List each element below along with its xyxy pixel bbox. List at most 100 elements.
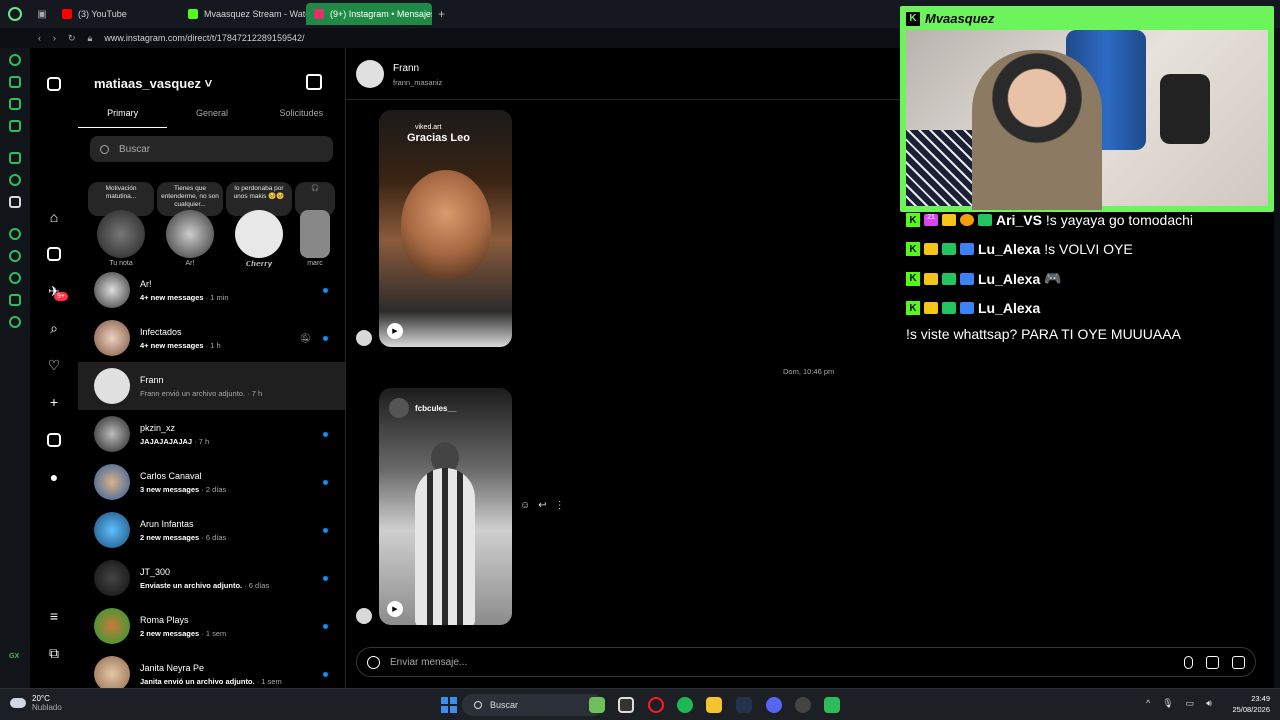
file-explorer-icon[interactable]	[706, 697, 722, 713]
reel-caption: Gracias Leo	[407, 132, 470, 144]
profile-avatar[interactable]: ●	[46, 469, 62, 485]
taskbar-search-label: Buscar	[490, 700, 519, 710]
heart-icon[interactable]	[9, 250, 21, 262]
search-icon[interactable]: ⌕	[46, 320, 62, 336]
kick-icon: K	[906, 242, 920, 256]
url-field[interactable]: www.instagram.com/direct/t/1784721228915…	[104, 33, 304, 43]
more-options-icon[interactable]: ⋮	[555, 500, 565, 511]
shared-post[interactable]: fcbcules__ ▶	[379, 388, 512, 625]
forward-icon[interactable]: ›	[53, 33, 56, 43]
avatar[interactable]	[356, 60, 384, 88]
weather-widget[interactable]: 20°C Nublado	[10, 694, 62, 712]
tab-menu-icon[interactable]: ▣	[30, 0, 54, 28]
x-twitter-icon[interactable]	[9, 196, 21, 208]
speed-dial-icon[interactable]	[9, 54, 21, 66]
stream-chat-overlay: K 21 Ari_VS !s yayaya go tomodachi K Lu_…	[900, 208, 1274, 348]
conversation-time: · 6 días	[242, 580, 270, 590]
note-item[interactable]: lo perdonaba por unos makis 🥺🥺 𝘾𝙝𝙚𝙧𝙧𝙮	[226, 182, 292, 268]
discord-icon[interactable]	[766, 697, 782, 713]
dashboard-icon[interactable]	[46, 432, 62, 448]
obs-icon[interactable]	[795, 697, 811, 713]
create-icon[interactable]: +	[46, 394, 62, 410]
og-badge	[942, 272, 956, 285]
reply-icon[interactable]: ↩	[538, 500, 546, 511]
chat-emote: 🎮	[1044, 270, 1062, 286]
more-apps-icon[interactable]: ⧉	[46, 645, 62, 661]
conversation-item[interactable]: pkzin_xz JAJAJAJAJAJ · 7 h	[78, 410, 345, 458]
opera-gx-icon[interactable]	[824, 697, 840, 713]
new-message-icon[interactable]	[306, 74, 322, 90]
cloud-icon	[10, 698, 26, 708]
messenger-icon[interactable]	[9, 120, 21, 132]
task-view-icon[interactable]	[618, 697, 634, 713]
microphone-icon[interactable]: 🎙︎	[1162, 698, 1173, 709]
menu-icon[interactable]: ≡	[46, 608, 62, 624]
conversation-item[interactable]: Janita Neyra Pe Janita envió un archivo …	[78, 650, 345, 688]
conversation-item[interactable]: Roma Plays 2 new messages · 1 sem	[78, 602, 345, 650]
reels-icon[interactable]	[46, 246, 62, 262]
history-icon[interactable]	[9, 272, 21, 284]
volume-icon[interactable]: 🔊︎	[1206, 698, 1212, 709]
notifications-heart-icon[interactable]: ♡	[46, 357, 62, 373]
home-icon[interactable]: ⌂	[46, 209, 62, 225]
tab-requests[interactable]: Solicitudes	[257, 104, 345, 128]
tab-primary[interactable]: Primary	[78, 104, 168, 128]
stream-webcam-overlay: K Mvaasquez	[900, 6, 1274, 212]
react-emoji-icon[interactable]: ☺	[520, 500, 530, 511]
conversation-name: Frann	[140, 374, 164, 385]
emoji-icon[interactable]	[367, 655, 380, 669]
back-icon[interactable]: ‹	[38, 33, 41, 43]
shared-reel[interactable]: viked.art Gracias Leo ▶	[379, 110, 512, 347]
tab-youtube[interactable]: (3) YouTube	[54, 3, 180, 25]
conversation-time: · 1 h	[203, 340, 221, 350]
account-switcher[interactable]: matiaas_vasquez ˅	[94, 76, 212, 91]
conversation-name: Infectados	[140, 326, 182, 337]
og-badge	[942, 302, 956, 314]
gx-corner-icon[interactable]	[9, 98, 21, 110]
capcut-icon[interactable]	[736, 697, 752, 713]
note-item[interactable]: Tienes que entenderme, no son cualquier.…	[157, 182, 223, 267]
conversation-item[interactable]: Carlos Canaval 3 new messages · 2 días	[78, 458, 345, 506]
weather-condition: Nublado	[32, 703, 62, 712]
crown-badge	[924, 302, 938, 314]
conversation-item[interactable]: JT_300 Enviaste un archivo adjunto. · 6 …	[78, 554, 345, 602]
taskbar-search[interactable]: Buscar	[462, 694, 604, 716]
clock[interactable]: 23:49 25/08/2026	[1226, 693, 1270, 716]
spotify-icon[interactable]	[677, 697, 693, 713]
conversation-time: · 1 min	[203, 292, 229, 302]
conversation-item-selected[interactable]: Frann Frann envió un archivo adjunto. · …	[78, 362, 345, 410]
note-item[interactable]: 🎧 marc	[295, 182, 335, 267]
tab-kick-stream[interactable]: Mvaasquez Stream - Watch	[180, 3, 306, 25]
discount-icon[interactable]	[9, 152, 21, 164]
conversation-item[interactable]: Infectados 4+ new messages · 1 h 🔕︎	[78, 314, 345, 362]
conversation-item[interactable]: Ar! 4+ new messages · 1 min	[78, 266, 345, 314]
search-input[interactable]	[119, 143, 299, 155]
opera-icon[interactable]	[648, 697, 664, 713]
notes-row: Motivación matutina... Tu nota Tienes qu…	[78, 182, 345, 268]
tab-instagram[interactable]: (9+) Instagram • Mensajes	[306, 3, 432, 25]
reload-icon[interactable]: ↻	[68, 33, 76, 44]
gx-control-icon[interactable]	[9, 76, 21, 88]
chevron-up-icon[interactable]: ^	[1146, 698, 1150, 709]
sticker-icon[interactable]	[1232, 655, 1245, 669]
instagram-logo-icon[interactable]	[46, 76, 62, 92]
network-icon[interactable]: ▭	[1186, 698, 1195, 709]
player-icon[interactable]	[9, 228, 21, 240]
image-icon[interactable]	[1206, 655, 1219, 669]
whatsapp-icon[interactable]	[9, 174, 21, 186]
new-tab-button[interactable]: +	[432, 7, 451, 21]
sender-avatar	[356, 330, 372, 346]
tab-general[interactable]: General	[167, 104, 256, 128]
extensions-icon[interactable]	[9, 294, 21, 306]
start-icon[interactable]	[441, 697, 457, 713]
settings-icon[interactable]	[9, 316, 21, 328]
chat-message: K Lu_Alexa	[906, 300, 1040, 316]
message-input[interactable]	[390, 656, 1171, 668]
conversation-item[interactable]: Arun Infantas 2 new messages · 6 días	[78, 506, 345, 554]
microphone-icon[interactable]	[1184, 655, 1193, 669]
widgets-icon[interactable]	[589, 697, 605, 713]
opera-gx-icon[interactable]	[0, 0, 30, 28]
chat-message: !s viste whattsap? PARA TI OYE MUUUAAA	[906, 326, 1181, 342]
conversation-name: Arun Infantas	[140, 518, 194, 529]
note-item[interactable]: Motivación matutina... Tu nota	[88, 182, 154, 267]
